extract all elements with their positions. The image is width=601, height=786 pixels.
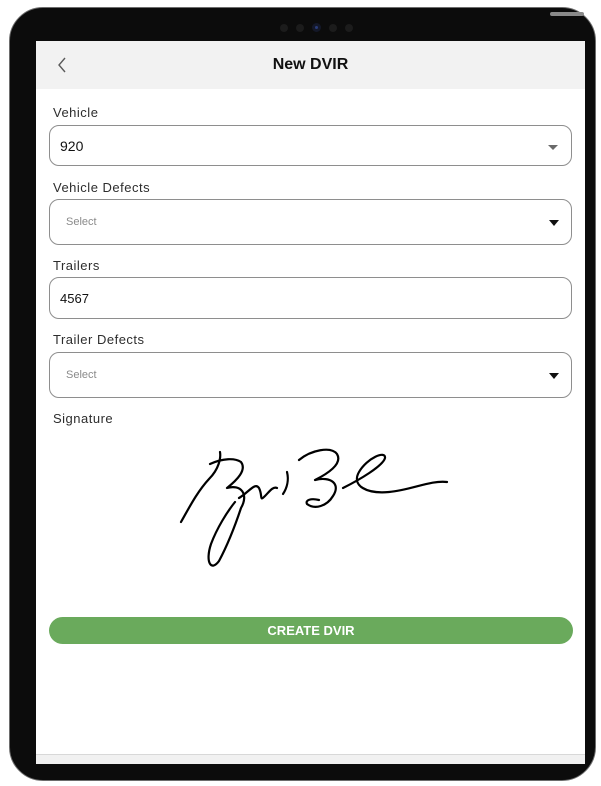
trailer-defects-label: Trailer Defects (53, 332, 145, 347)
vehicle-label: Vehicle (53, 105, 99, 120)
trailers-value: 4567 (60, 291, 89, 306)
vehicle-defects-placeholder: Select (66, 216, 97, 228)
signature-drawing (179, 448, 449, 567)
sensor-dot (280, 23, 288, 32)
hardware-button (550, 12, 584, 16)
nav-header: New DVIR (36, 41, 585, 89)
vehicle-defects-select[interactable]: Select (49, 199, 572, 245)
app-screen: New DVIR Vehicle 920 Vehicle Defects Sel… (36, 41, 585, 754)
signature-label: Signature (53, 411, 114, 426)
trailers-label: Trailers (53, 258, 100, 273)
bottom-bar (36, 754, 585, 764)
vehicle-value: 920 (60, 138, 84, 154)
sensor-dot (329, 23, 337, 32)
vehicle-defects-label: Vehicle Defects (53, 180, 151, 195)
sensor-dot (345, 23, 353, 32)
trailer-defects-placeholder: Select (66, 369, 97, 381)
camera-bar (280, 23, 353, 32)
signature-pad[interactable] (49, 436, 572, 611)
vehicle-select[interactable]: 920 (49, 125, 572, 166)
caret-down-icon (549, 373, 559, 379)
caret-down-icon (548, 145, 558, 150)
sensor-dot (296, 23, 304, 32)
trailer-defects-select[interactable]: Select (49, 352, 572, 398)
create-dvir-button[interactable]: CREATE DVIR (49, 617, 573, 644)
camera-lens (312, 23, 321, 32)
trailers-input[interactable]: 4567 (49, 277, 572, 319)
caret-down-icon (549, 220, 559, 226)
page-title: New DVIR (272, 56, 349, 73)
